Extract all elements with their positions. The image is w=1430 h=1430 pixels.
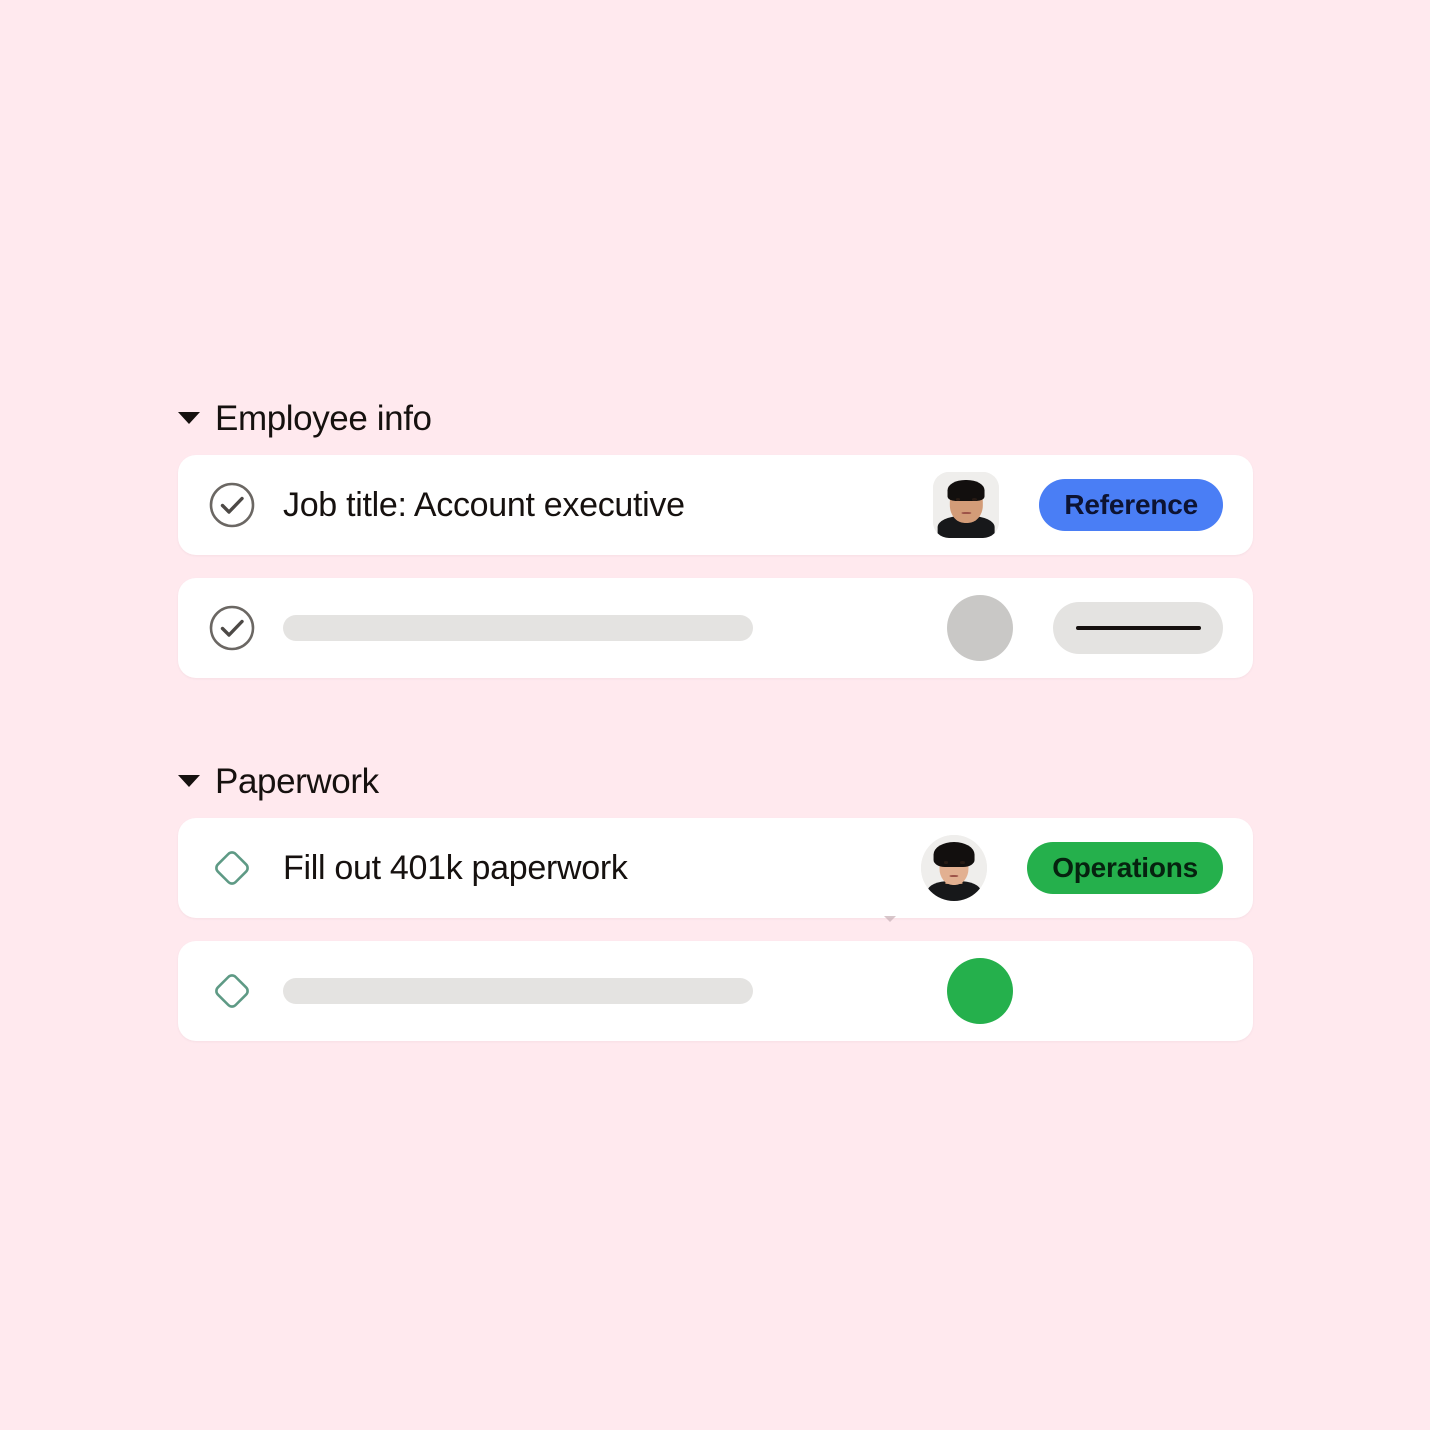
section-header-employee-info[interactable]: Employee info: [178, 390, 1253, 446]
status-badge-placeholder[interactable]: [1053, 602, 1223, 654]
avatar-placeholder[interactable]: [947, 958, 1013, 1024]
status-badge-spacer: [1053, 965, 1223, 1017]
avatar-portrait-image: [921, 835, 988, 901]
task-row-meta: [947, 595, 1253, 661]
task-row-main: Fill out 401k paperwork: [178, 844, 921, 892]
avatar-placeholder[interactable]: [947, 595, 1013, 661]
task-row[interactable]: [178, 941, 1253, 1041]
task-row[interactable]: [178, 578, 1253, 678]
task-row-meta: Operations: [921, 835, 1253, 901]
task-label: Fill out 401k paperwork: [283, 849, 628, 887]
section-title: Paperwork: [215, 761, 379, 801]
task-label: Job title: Account executive: [283, 486, 685, 524]
avatar[interactable]: [933, 472, 1000, 538]
status-badge[interactable]: Reference: [1039, 479, 1223, 531]
avatar[interactable]: [921, 835, 988, 901]
task-row[interactable]: Job title: Account executive Reference: [178, 455, 1253, 555]
diamond-icon[interactable]: [208, 967, 256, 1015]
caret-down-icon[interactable]: [178, 775, 200, 787]
status-badge[interactable]: Operations: [1027, 842, 1223, 894]
badge-placeholder-line: [1075, 626, 1201, 630]
avatar-portrait-image: [933, 472, 1000, 538]
task-board: Employee info Job title: Account executi…: [178, 390, 1253, 1064]
check-circle-icon[interactable]: [208, 481, 256, 529]
task-label-placeholder: [283, 978, 753, 1004]
mini-caret-down-icon[interactable]: [884, 916, 896, 922]
diamond-icon[interactable]: [208, 844, 256, 892]
task-row-main: [178, 967, 947, 1015]
section-header-paperwork[interactable]: Paperwork: [178, 753, 1253, 809]
task-row[interactable]: Fill out 401k paperwork Operations: [178, 818, 1253, 918]
task-row-meta: Reference: [933, 472, 1253, 538]
task-row-meta: [947, 958, 1253, 1024]
section-employee-info: Employee info Job title: Account executi…: [178, 390, 1253, 678]
task-row-main: Job title: Account executive: [178, 481, 933, 529]
check-circle-icon[interactable]: [208, 604, 256, 652]
section-paperwork: Paperwork Fill out 401k paperwork Operat…: [178, 753, 1253, 1041]
task-row-main: [178, 604, 947, 652]
caret-down-icon[interactable]: [178, 412, 200, 424]
section-title: Employee info: [215, 398, 432, 438]
task-label-placeholder: [283, 615, 753, 641]
